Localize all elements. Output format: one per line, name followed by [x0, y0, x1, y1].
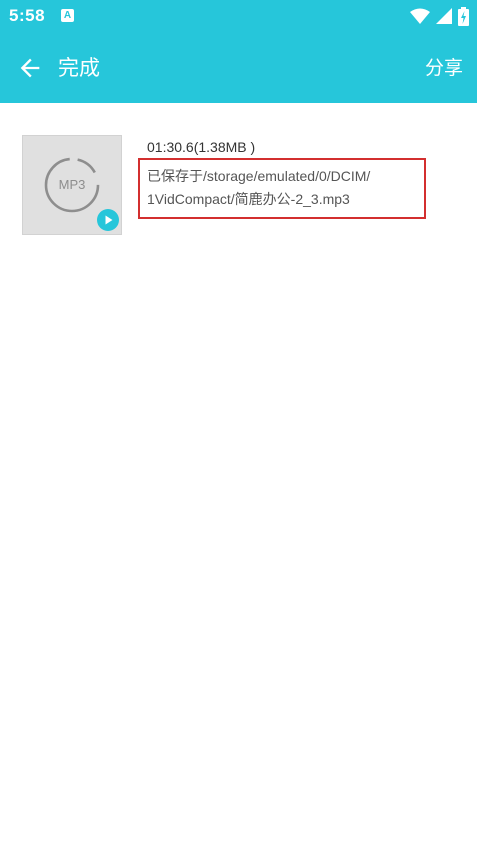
wifi-icon [410, 8, 430, 24]
save-path-line-1: 已保存于/storage/emulated/0/DCIM/ [147, 168, 371, 184]
back-arrow-icon[interactable] [16, 54, 44, 82]
battery-charging-icon [458, 6, 469, 26]
save-path-text: 已保存于/storage/emulated/0/DCIM/ 1VidCompac… [147, 165, 427, 211]
result-item: MP3 01:30.6(1.38MB ) 已保存于/storage/emulat… [0, 103, 477, 253]
cellular-signal-icon [436, 8, 452, 24]
page-title: 完成 [58, 56, 100, 80]
toolbar: 完成 分享 [0, 33, 477, 103]
screen: 5:58 A 完成 分享 MP3 01:30.6(1.38MB) 已保存于/s… [0, 0, 477, 848]
status-bar: 5:58 A [0, 0, 477, 33]
save-path-line-2: 1VidCompact/简鹿办公-2_3.mp3 [147, 191, 350, 207]
play-icon[interactable] [97, 209, 119, 231]
share-button[interactable]: 分享 [425, 53, 463, 83]
duration-size-text: 01:30.6(1.38MB ) [147, 139, 256, 155]
status-icons [410, 6, 469, 26]
thumbnail-format-label: MP3 [58, 177, 86, 192]
audio-thumbnail[interactable]: MP3 [22, 135, 122, 235]
notification-a-icon: A [61, 9, 74, 22]
status-time: 5:58 [9, 6, 46, 25]
